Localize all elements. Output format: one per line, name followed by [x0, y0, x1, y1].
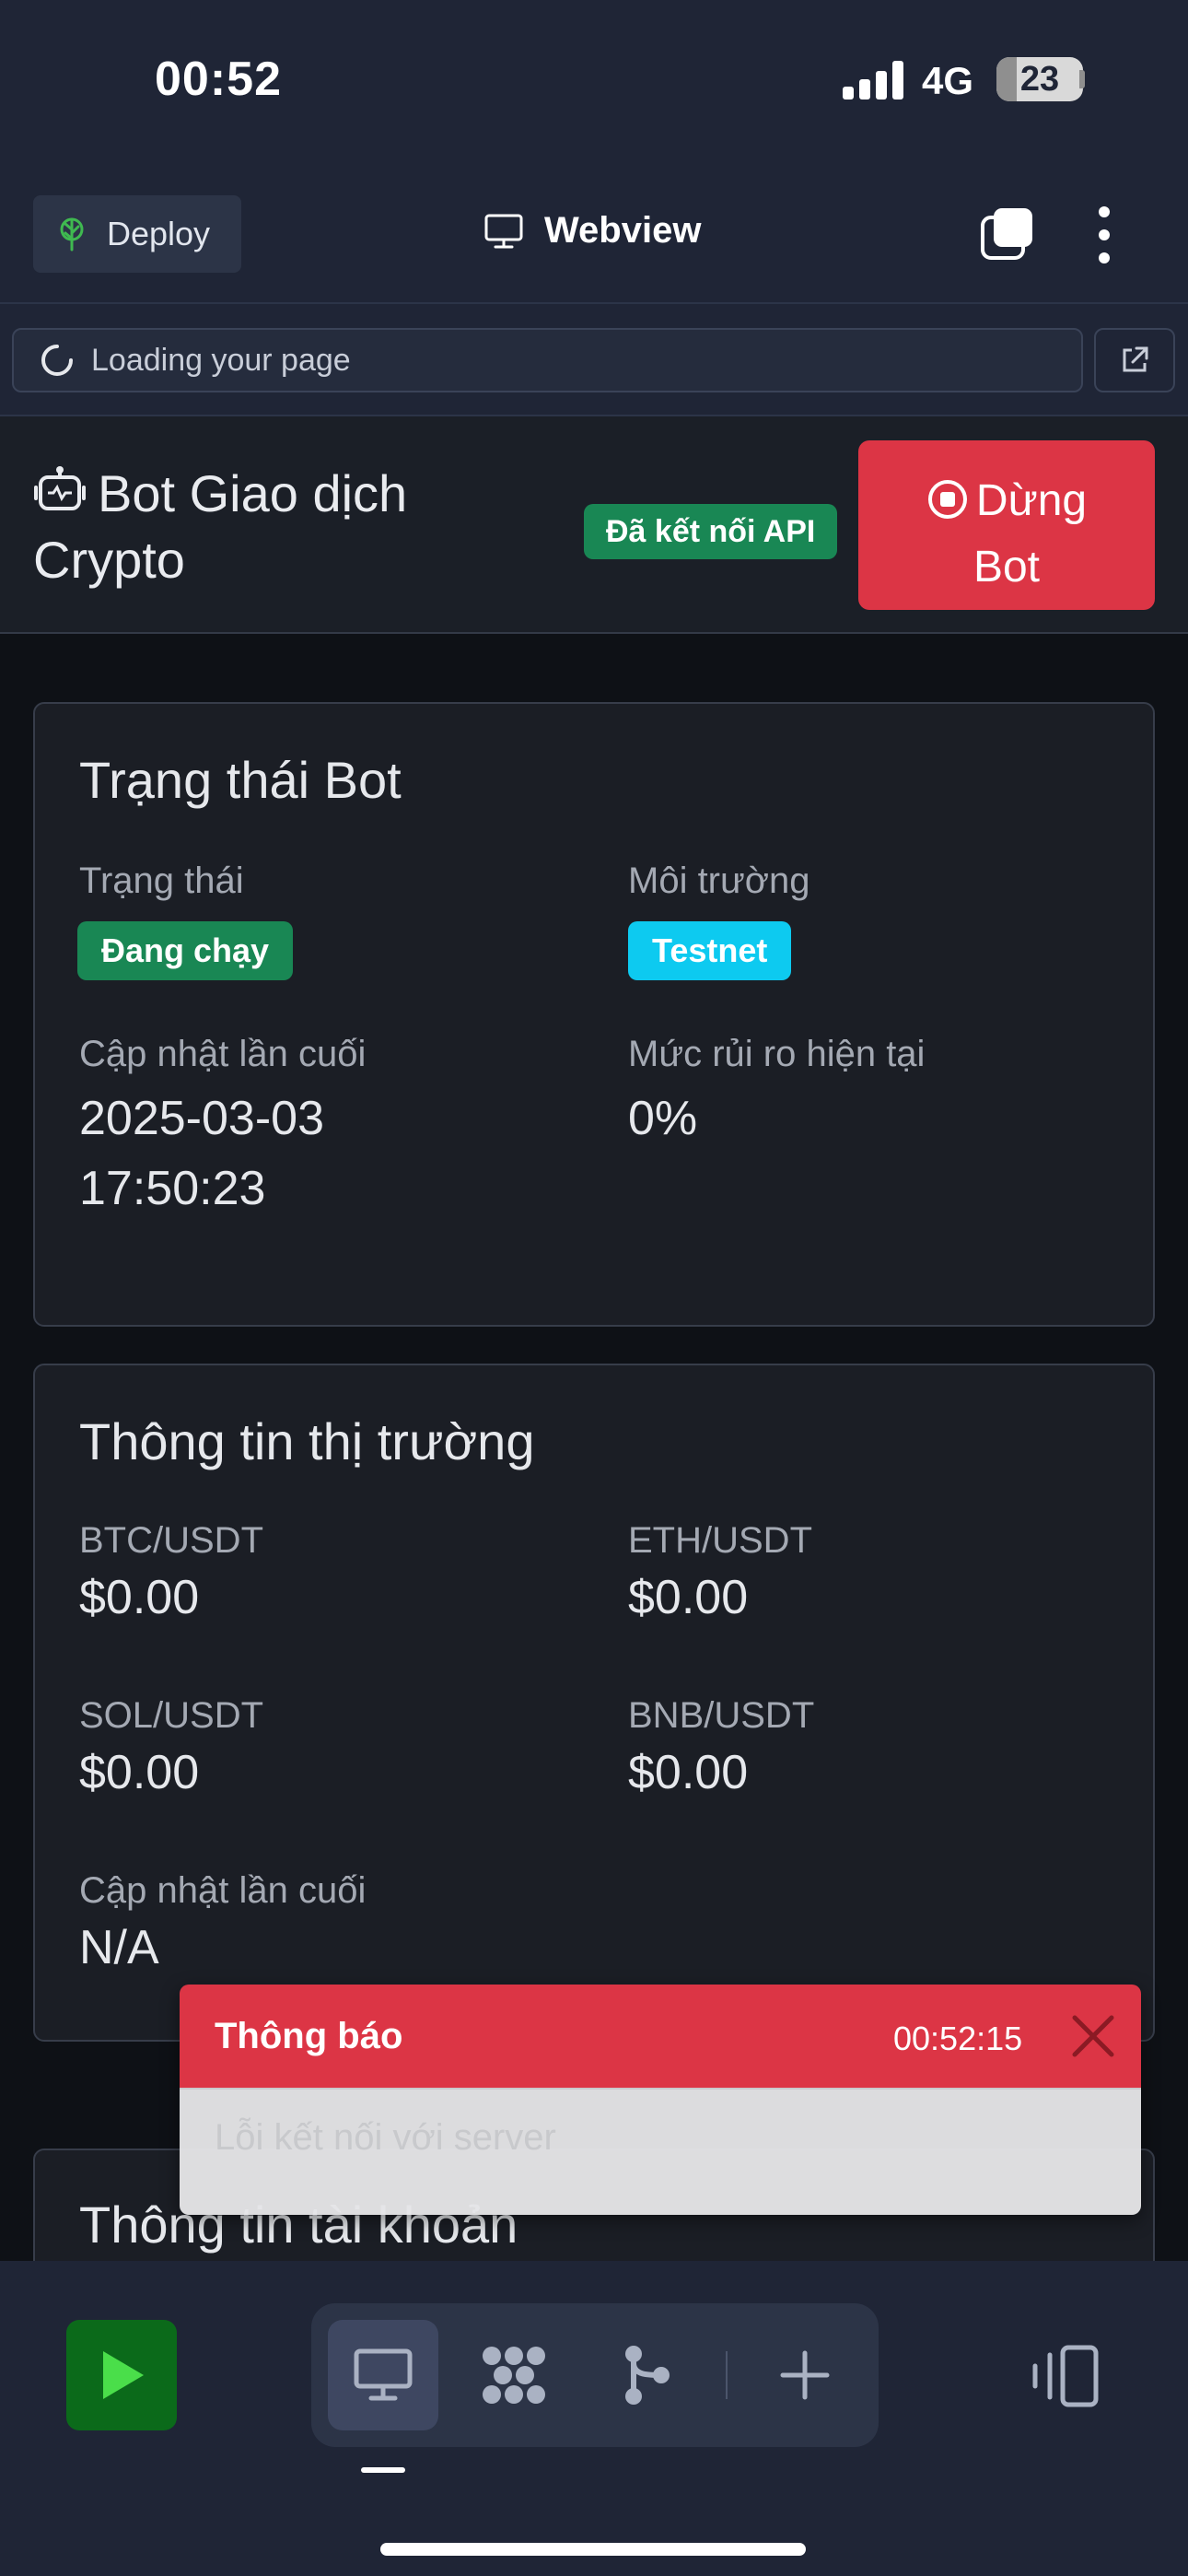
dock-separator: [726, 2351, 728, 2399]
kebab-menu-icon[interactable]: [1090, 205, 1118, 265]
pair-label-btc: BTC/USDT: [79, 1520, 263, 1561]
pair-label-eth: ETH/USDT: [628, 1520, 812, 1561]
robot-icon: [34, 466, 86, 510]
last-updated-date: 2025-03-03: [79, 1092, 324, 1145]
toast-time: 00:52:15: [893, 2020, 1023, 2057]
app-title-text: Bot Giao dịch Crypto: [33, 464, 408, 589]
pair-label-bnb: BNB/USDT: [628, 1695, 815, 1736]
deploy-button[interactable]: Deploy: [33, 195, 241, 273]
dock-add-button[interactable]: [750, 2320, 860, 2430]
environment-label: Môi trường: [628, 861, 810, 901]
last-updated-time: 17:50:23: [79, 1162, 266, 1215]
bottom-toolbar: [0, 2261, 1188, 2576]
toast-body: Lỗi kết nối với server: [180, 2088, 1141, 2215]
status-badge: Đang chạy: [77, 921, 294, 980]
dock-git-button[interactable]: [591, 2320, 702, 2430]
url-bar: Loading your page: [0, 304, 1188, 416]
risk-value: 0%: [628, 1092, 698, 1145]
spinner-icon: [41, 345, 73, 376]
signal-icon: [843, 61, 905, 100]
play-icon: [103, 2351, 144, 2399]
risk-label: Mức rủi ro hiện tại: [628, 1034, 926, 1074]
app-header: Bot Giao dịch Crypto Đã kết nối API Dừng…: [0, 416, 1188, 634]
market-info-card: Thông tin thị trường BTC/USDT $0.00 ETH/…: [33, 1364, 1155, 2042]
market-updated-value: N/A: [79, 1921, 159, 1974]
market-info-title: Thông tin thị trường: [79, 1412, 535, 1470]
tabs-icon[interactable]: [979, 205, 1036, 262]
battery-level: 23: [1019, 60, 1060, 99]
pair-price-sol: $0.00: [79, 1746, 200, 1799]
bot-status-card: Trạng thái Bot Trạng thái Đang chạy Môi …: [33, 702, 1155, 1327]
bot-status-title: Trạng thái Bot: [79, 751, 402, 809]
stop-circle-icon: [927, 480, 967, 519]
pair-price-bnb: $0.00: [628, 1746, 749, 1799]
replit-toolbar: Deploy Webview: [0, 166, 1188, 304]
battery-tip: [1079, 70, 1085, 88]
monitor-icon: [484, 214, 523, 248]
url-input[interactable]: Loading your page: [12, 328, 1083, 392]
deploy-tree-icon: [60, 217, 84, 252]
market-updated-label: Cập nhật lần cuối: [79, 1870, 367, 1911]
packages-icon: [483, 2347, 545, 2404]
webview-label: Webview: [544, 210, 702, 251]
notification-toast: Thông báo 00:52:15 Lỗi kết nối với serve…: [180, 1985, 1141, 2215]
api-status-badge: Đã kết nối API: [584, 504, 838, 559]
dock-webview-button[interactable]: [328, 2320, 438, 2430]
deploy-label: Deploy: [107, 215, 211, 252]
battery-icon: 23: [996, 57, 1083, 101]
environment-badge: Testnet: [628, 921, 792, 980]
stop-bot-button[interactable]: Dừng Bot: [858, 440, 1155, 610]
home-indicator: [380, 2543, 806, 2556]
pair-price-eth: $0.00: [628, 1571, 749, 1624]
status-time: 00:52: [155, 53, 282, 106]
active-tab-indicator: [361, 2467, 405, 2473]
last-updated-label: Cập nhật lần cuối: [79, 1034, 367, 1074]
network-type: 4G: [922, 59, 974, 102]
pair-label-sol: SOL/USDT: [79, 1695, 264, 1736]
toast-header: Thông báo 00:52:15: [180, 1985, 1141, 2088]
app-title: Bot Giao dịch Crypto: [33, 461, 549, 593]
close-icon[interactable]: [1069, 2012, 1117, 2060]
plus-icon: [780, 2350, 830, 2400]
git-icon: [625, 2346, 670, 2405]
url-text: Loading your page: [91, 342, 351, 378]
open-new-tab-button[interactable]: [1094, 328, 1175, 392]
external-link-icon: [1123, 346, 1148, 372]
stop-bot-label-2: Bot: [973, 543, 1041, 591]
run-button[interactable]: [66, 2320, 177, 2430]
status-label: Trạng thái: [79, 861, 244, 901]
device-rotate-icon[interactable]: [1030, 2344, 1100, 2408]
stop-bot-label-1: Dừng: [975, 476, 1088, 525]
dock-packages-button[interactable]: [459, 2320, 569, 2430]
status-bar: 00:52 4G 23: [0, 0, 1188, 166]
toast-title: Thông báo: [215, 2016, 403, 2056]
toast-message: Lỗi kết nối với server: [215, 2117, 556, 2158]
webview-tab[interactable]: Webview: [483, 210, 701, 252]
pair-price-btc: $0.00: [79, 1571, 200, 1624]
monitor-icon: [354, 2348, 413, 2401]
tool-dock: [311, 2303, 879, 2447]
